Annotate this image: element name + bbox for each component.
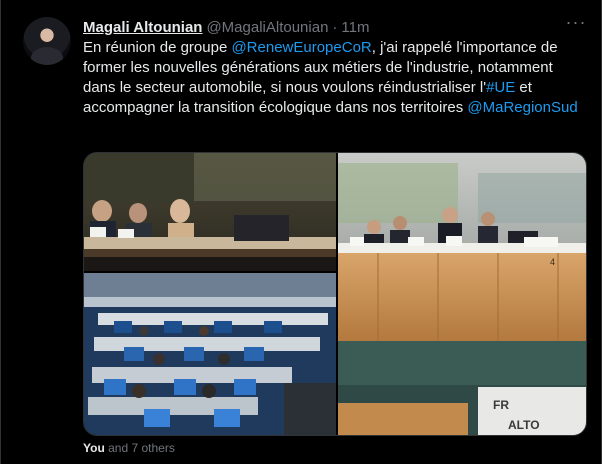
author-avatar[interactable] — [23, 17, 71, 65]
author-handle[interactable]: @MagaliAltounian — [206, 19, 328, 36]
mention-link[interactable]: @RenewEuropeCoR — [231, 39, 371, 56]
tweet-time[interactable]: 11m — [341, 19, 369, 36]
social-you: You — [83, 441, 105, 455]
tweet-text-part: En réunion de groupe — [83, 39, 232, 56]
tweet-header: Magali Altounian @MagaliAltounian · 11m — [83, 17, 370, 37]
hashtag-link[interactable]: #UE — [486, 79, 515, 96]
tweet-card[interactable]: Magali Altounian @MagaliAltounian · 11m … — [0, 0, 602, 464]
media-photo-1[interactable] — [84, 153, 336, 271]
seat-number: 4 — [550, 257, 555, 267]
social-context[interactable]: You and 7 others — [83, 441, 175, 455]
media-photo-3[interactable]: FR ALTO 4 — [338, 153, 586, 435]
tweet-text: En réunion de groupe @RenewEuropeCoR, j'… — [83, 38, 583, 118]
more-horizontal-icon[interactable]: ··· — [565, 13, 587, 36]
author-name[interactable]: Magali Altounian — [83, 19, 202, 36]
social-others: and 7 others — [104, 441, 175, 455]
sign-fr: FR — [493, 398, 509, 412]
header-separator: · — [332, 18, 338, 36]
media-grid: FR ALTO 4 — [83, 152, 587, 436]
media-photo-2[interactable] — [84, 273, 336, 435]
sign-alto: ALTO — [508, 418, 540, 432]
mention-link[interactable]: @MaRegionSud — [467, 99, 577, 116]
